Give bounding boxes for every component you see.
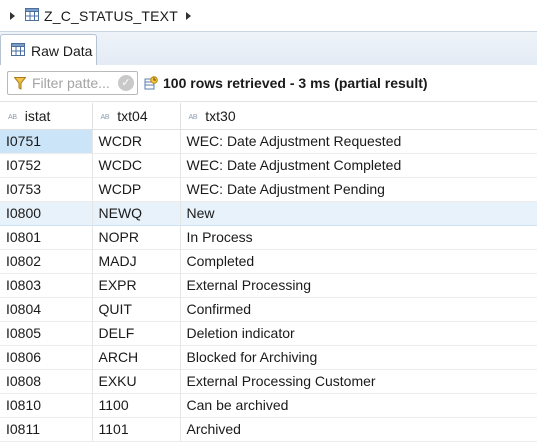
breadcrumb-table-name[interactable]: Z_C_STATUS_TEXT xyxy=(44,8,178,24)
column-header-txt04[interactable]: AB txt04 xyxy=(92,103,181,130)
table-row[interactable]: I0751 WCDR WEC: Date Adjustment Requested xyxy=(0,129,537,154)
chevron-right-icon[interactable] xyxy=(185,11,191,20)
cell-istat[interactable]: I0752 xyxy=(0,153,93,178)
cell-txt30[interactable]: Archived xyxy=(180,417,537,442)
cell-txt30[interactable]: Can be archived xyxy=(180,393,537,418)
cell-istat[interactable]: I0808 xyxy=(0,369,93,394)
table-row[interactable]: I0753 WCDP WEC: Date Adjustment Pending xyxy=(0,177,537,202)
cell-txt04[interactable]: NOPR xyxy=(92,225,181,250)
cell-txt04[interactable]: NEWQ xyxy=(92,200,181,226)
table-row[interactable]: I0803 EXPR External Processing xyxy=(0,273,537,298)
cell-txt04[interactable]: 1100 xyxy=(92,393,181,418)
cell-istat[interactable]: I0810 xyxy=(0,393,93,418)
cell-txt30[interactable]: Blocked for Archiving xyxy=(180,345,537,370)
cell-txt30[interactable]: In Process xyxy=(180,225,537,250)
toolbar: ✓ 100 rows retrieved - 3 ms (partial res… xyxy=(0,65,537,102)
cell-istat[interactable]: I0801 xyxy=(0,225,93,250)
cell-istat[interactable]: I0751 xyxy=(0,129,93,154)
text-type-icon: AB xyxy=(100,113,110,121)
cell-istat[interactable]: I0803 xyxy=(0,273,93,298)
cell-txt04[interactable]: EXKU xyxy=(92,369,181,394)
cell-txt30[interactable]: Completed xyxy=(180,249,537,274)
table-row[interactable]: I0802 MADJ Completed xyxy=(0,249,537,274)
table-row[interactable]: I0806 ARCH Blocked for Archiving xyxy=(0,345,537,370)
table-row[interactable]: I0801 NOPR In Process xyxy=(0,225,537,250)
data-grid: AB istat AB txt04 AB txt30 I0751 WCDR WEC: Da… xyxy=(0,103,537,446)
cell-txt04[interactable]: MADJ xyxy=(92,249,181,274)
cell-istat[interactable]: I0811 xyxy=(0,417,93,442)
data-preview-icon xyxy=(144,76,158,90)
cell-txt04[interactable]: QUIT xyxy=(92,297,181,322)
cell-txt04[interactable]: 1101 xyxy=(92,417,181,442)
clear-icon[interactable]: ✓ xyxy=(118,75,134,91)
cell-txt30[interactable]: Deletion indicator xyxy=(180,321,537,346)
text-type-icon: AB xyxy=(8,113,17,121)
table-icon xyxy=(11,43,25,59)
header-row: AB istat AB txt04 AB txt30 xyxy=(0,103,537,130)
cell-txt30[interactable]: WEC: Date Adjustment Completed xyxy=(180,153,537,178)
cell-istat[interactable]: I0802 xyxy=(0,249,93,274)
table-icon xyxy=(25,7,39,24)
cell-istat[interactable]: I0805 xyxy=(0,321,93,346)
tab-strip: Raw Data xyxy=(0,31,537,67)
filter-box: ✓ xyxy=(7,71,138,95)
cell-txt30[interactable]: External Processing Customer xyxy=(180,369,537,394)
cell-txt04[interactable]: WCDC xyxy=(92,153,181,178)
table-row[interactable]: I0800 NEWQ New xyxy=(0,200,537,226)
cell-txt04[interactable]: WCDP xyxy=(92,177,181,202)
tab-raw-data[interactable]: Raw Data xyxy=(0,34,97,67)
cell-txt30[interactable]: Confirmed xyxy=(180,297,537,322)
table-row[interactable]: I0805 DELF Deletion indicator xyxy=(0,321,537,346)
cell-txt30[interactable]: External Processing xyxy=(180,273,537,298)
table-row[interactable]: I0811 1101 Archived xyxy=(0,417,537,442)
cell-istat[interactable]: I0806 xyxy=(0,345,93,370)
text-type-icon: AB xyxy=(188,113,198,121)
column-header-txt30[interactable]: AB txt30 xyxy=(180,103,537,130)
cell-txt04[interactable]: DELF xyxy=(92,321,181,346)
column-header-istat[interactable]: AB istat xyxy=(0,103,93,130)
cell-istat[interactable]: I0804 xyxy=(0,297,93,322)
table-row[interactable]: I0810 1100 Can be archived xyxy=(0,393,537,418)
cell-istat[interactable]: I0753 xyxy=(0,177,93,202)
table-row[interactable]: I0804 QUIT Confirmed xyxy=(0,297,537,322)
cell-txt04[interactable]: WCDR xyxy=(92,129,181,154)
cell-txt30[interactable]: WEC: Date Adjustment Pending xyxy=(180,177,537,202)
chevron-right-icon[interactable] xyxy=(10,11,15,20)
cell-txt04[interactable]: ARCH xyxy=(92,345,181,370)
filter-input[interactable] xyxy=(32,74,120,92)
status-text: 100 rows retrieved - 3 ms (partial resul… xyxy=(163,75,428,91)
cell-txt30[interactable]: WEC: Date Adjustment Requested xyxy=(180,129,537,154)
tab-label: Raw Data xyxy=(31,43,93,59)
cell-istat[interactable]: I0800 xyxy=(0,200,93,226)
cell-txt30[interactable]: New xyxy=(180,200,537,226)
table-row[interactable]: I0808 EXKU External Processing Customer xyxy=(0,369,537,394)
cell-txt04[interactable]: EXPR xyxy=(92,273,181,298)
funnel-icon[interactable] xyxy=(13,77,27,90)
table-row[interactable]: I0752 WCDC WEC: Date Adjustment Completed xyxy=(0,153,537,178)
breadcrumb: Z_C_STATUS_TEXT xyxy=(0,0,537,31)
